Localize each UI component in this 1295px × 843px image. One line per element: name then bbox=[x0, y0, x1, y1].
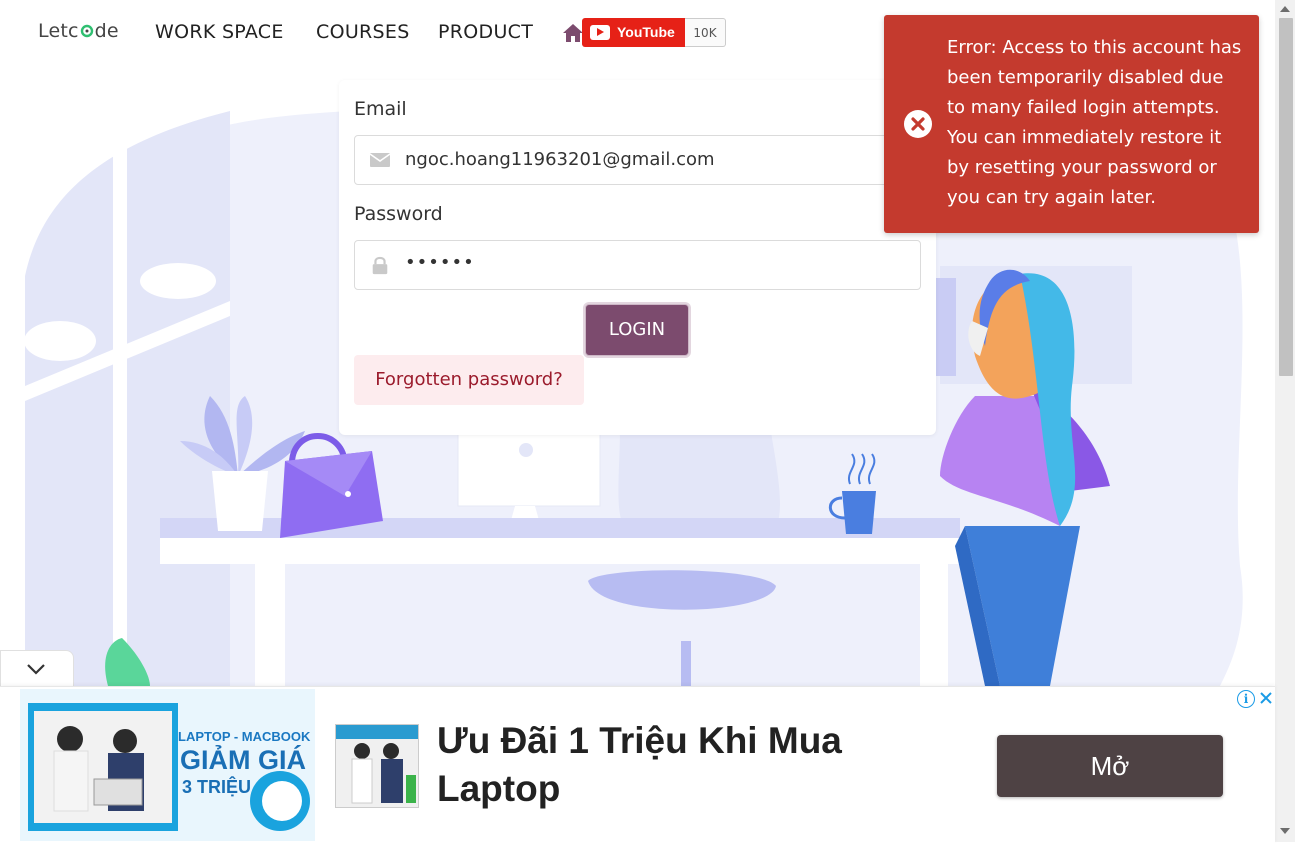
login-button[interactable]: LOGIN bbox=[585, 304, 689, 356]
email-field[interactable]: ngoc.hoang11963201@gmail.com bbox=[354, 135, 921, 185]
chevron-down-icon bbox=[27, 664, 45, 675]
logo-text-start: Letc bbox=[38, 20, 79, 42]
ad-headline[interactable]: Ưu Đãi 1 Triệu Khi Mua Laptop bbox=[437, 717, 937, 813]
nav-workspace[interactable]: WORK SPACE bbox=[155, 21, 284, 43]
logo-code-icon bbox=[80, 21, 94, 38]
ad-open-button[interactable]: Mở bbox=[997, 735, 1223, 797]
ad-thumbnail[interactable] bbox=[335, 724, 419, 808]
ad-collapse-toggle[interactable] bbox=[0, 650, 74, 687]
scroll-thumb[interactable] bbox=[1279, 18, 1293, 376]
error-toast[interactable]: Error: Access to this account has been t… bbox=[884, 15, 1259, 233]
ad-info-icon[interactable]: i bbox=[1237, 690, 1255, 708]
ad-image[interactable]: LAPTOP - MACBOOK GIẢM GIÁ 3 TRIỆU bbox=[20, 689, 315, 841]
youtube-label: YouTube bbox=[617, 24, 675, 40]
password-field[interactable]: •••••• bbox=[354, 240, 921, 290]
youtube-subscriber-count: 10K bbox=[685, 18, 726, 47]
ad-image-text-3: 3 TRIỆU bbox=[182, 777, 252, 797]
ad-thumbnail-graphic bbox=[336, 725, 418, 807]
scroll-up-arrow-icon[interactable] bbox=[1280, 6, 1290, 12]
envelope-icon bbox=[369, 153, 391, 167]
ad-banner[interactable]: LAPTOP - MACBOOK GIẢM GIÁ 3 TRIỆU Ưu Đãi… bbox=[0, 686, 1275, 843]
lock-icon bbox=[372, 256, 388, 275]
login-card: Email ngoc.hoang11963201@gmail.com Passw… bbox=[339, 80, 936, 435]
ad-image-text-1: LAPTOP - MACBOOK bbox=[178, 729, 311, 744]
password-label: Password bbox=[354, 203, 443, 225]
page-scrollbar[interactable] bbox=[1275, 0, 1295, 842]
ad-close-icon[interactable] bbox=[1257, 689, 1275, 707]
nav-courses[interactable]: COURSES bbox=[316, 21, 410, 43]
nav-product[interactable]: PRODUCT bbox=[438, 21, 533, 43]
error-icon bbox=[904, 110, 932, 138]
email-value: ngoc.hoang11963201@gmail.com bbox=[405, 149, 715, 170]
scroll-down-arrow-icon[interactable] bbox=[1280, 828, 1290, 834]
error-message: Error: Access to this account has been t… bbox=[947, 37, 1242, 208]
letcode-logo[interactable]: Letc de bbox=[38, 20, 119, 42]
logo-text-end: de bbox=[94, 20, 119, 42]
forgot-password-button[interactable]: Forgotten password? bbox=[354, 355, 584, 405]
password-value: •••••• bbox=[405, 252, 475, 273]
home-icon[interactable] bbox=[562, 22, 584, 44]
youtube-subscribe-button[interactable]: YouTube bbox=[582, 18, 685, 47]
email-label: Email bbox=[354, 98, 407, 120]
youtube-play-icon bbox=[590, 25, 610, 40]
ad-image-text-2: GIẢM GIÁ bbox=[180, 745, 306, 775]
